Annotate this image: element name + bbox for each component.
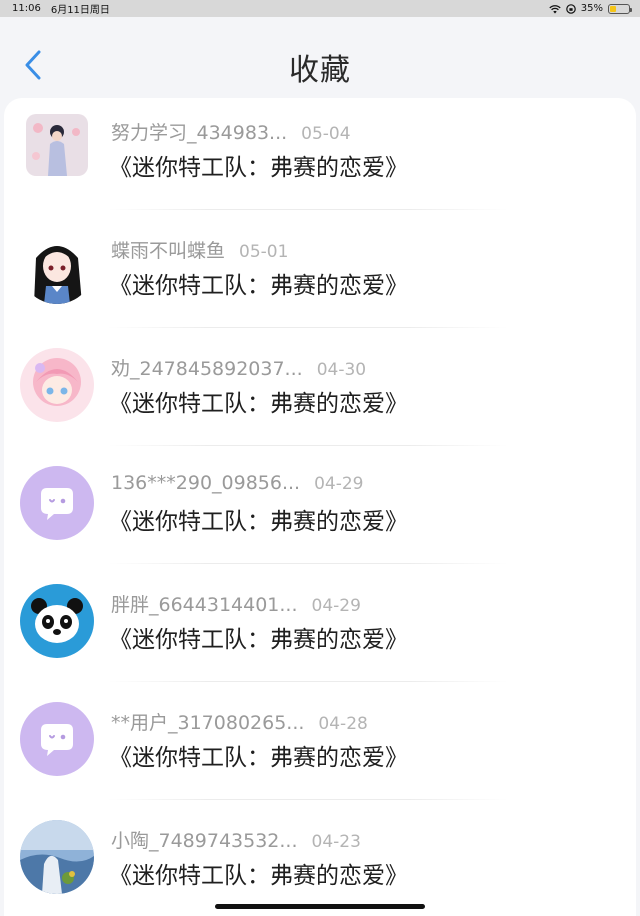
divider (108, 327, 508, 328)
favorites-list: 努力学习_434983... 05-04 《迷你特工队：弗赛的恋爱》 蝶雨不叫蝶… (4, 98, 636, 916)
status-time: 11:06 (12, 3, 41, 14)
battery-percent: 35% (580, 3, 603, 14)
divider (108, 681, 508, 682)
list-item[interactable]: 劝_247845892037... 04-30 《迷你特工队：弗赛的恋爱》 (4, 334, 636, 452)
divider (108, 799, 508, 800)
list-item[interactable]: 小陶_7489743532... 04-23 《迷你特工队：弗赛的恋爱》 (4, 806, 636, 916)
username: 蝶雨不叫蝶鱼 (111, 240, 226, 262)
divider (108, 209, 508, 210)
username: 小陶_7489743532... (111, 830, 298, 852)
avatar (26, 114, 88, 176)
wifi-icon (549, 4, 561, 13)
story-title: 《迷你特工队：弗赛的恋爱》 (109, 391, 408, 417)
favorite-date: 04-28 (318, 714, 368, 734)
avatar (20, 584, 94, 658)
favorite-date: 04-30 (316, 360, 367, 380)
story-title: 《迷你特工队：弗赛的恋爱》 (109, 273, 408, 299)
list-item[interactable]: **用户_317080265... 04-28 《迷你特工队：弗赛的恋爱》 (4, 688, 636, 806)
home-indicator[interactable] (215, 904, 425, 909)
avatar (20, 348, 94, 422)
nav-bar: 收藏 (0, 17, 640, 97)
status-bar: 11:06 6月11日周日 35% (0, 0, 640, 17)
list-item[interactable]: 蝶雨不叫蝶鱼 05-01 《迷你特工队：弗赛的恋爱》 (4, 216, 636, 334)
favorite-date: 04-23 (311, 832, 361, 852)
list-item[interactable]: 胖胖_6644314401... 04-29 《迷你特工队：弗赛的恋爱》 (4, 570, 636, 688)
username: 136***290_09856... (111, 472, 301, 494)
avatar (20, 820, 94, 894)
list-item[interactable]: 136***290_09856... 04-29 《迷你特工队：弗赛的恋爱》 (4, 452, 636, 570)
story-title: 《迷你特工队：弗赛的恋爱》 (109, 627, 408, 653)
list-item[interactable]: 努力学习_434983... 05-04 《迷你特工队：弗赛的恋爱》 (4, 98, 636, 216)
username: **用户_317080265... (111, 712, 305, 734)
page-title: 收藏 (289, 53, 351, 88)
favorite-date: 05-04 (301, 124, 351, 144)
favorite-date: 04-29 (311, 596, 361, 616)
orientation-lock-icon (565, 3, 576, 14)
avatar (20, 466, 94, 540)
story-title: 《迷你特工队：弗赛的恋爱》 (109, 155, 408, 181)
battery-icon (608, 3, 632, 14)
favorite-date: 04-29 (314, 474, 364, 494)
divider (108, 445, 508, 446)
story-title: 《迷你特工队：弗赛的恋爱》 (109, 863, 408, 889)
avatar (20, 230, 94, 304)
divider (108, 563, 508, 564)
story-title: 《迷你特工队：弗赛的恋爱》 (109, 509, 408, 535)
avatar (20, 702, 94, 776)
status-date: 6月11日周日 (50, 5, 110, 16)
battery-level (610, 5, 617, 12)
story-title: 《迷你特工队：弗赛的恋爱》 (109, 745, 408, 771)
favorite-date: 05-01 (239, 242, 289, 262)
username: 努力学习_434983... (111, 122, 288, 144)
username: 劝_247845892037... (111, 358, 303, 380)
username: 胖胖_6644314401... (111, 594, 298, 616)
